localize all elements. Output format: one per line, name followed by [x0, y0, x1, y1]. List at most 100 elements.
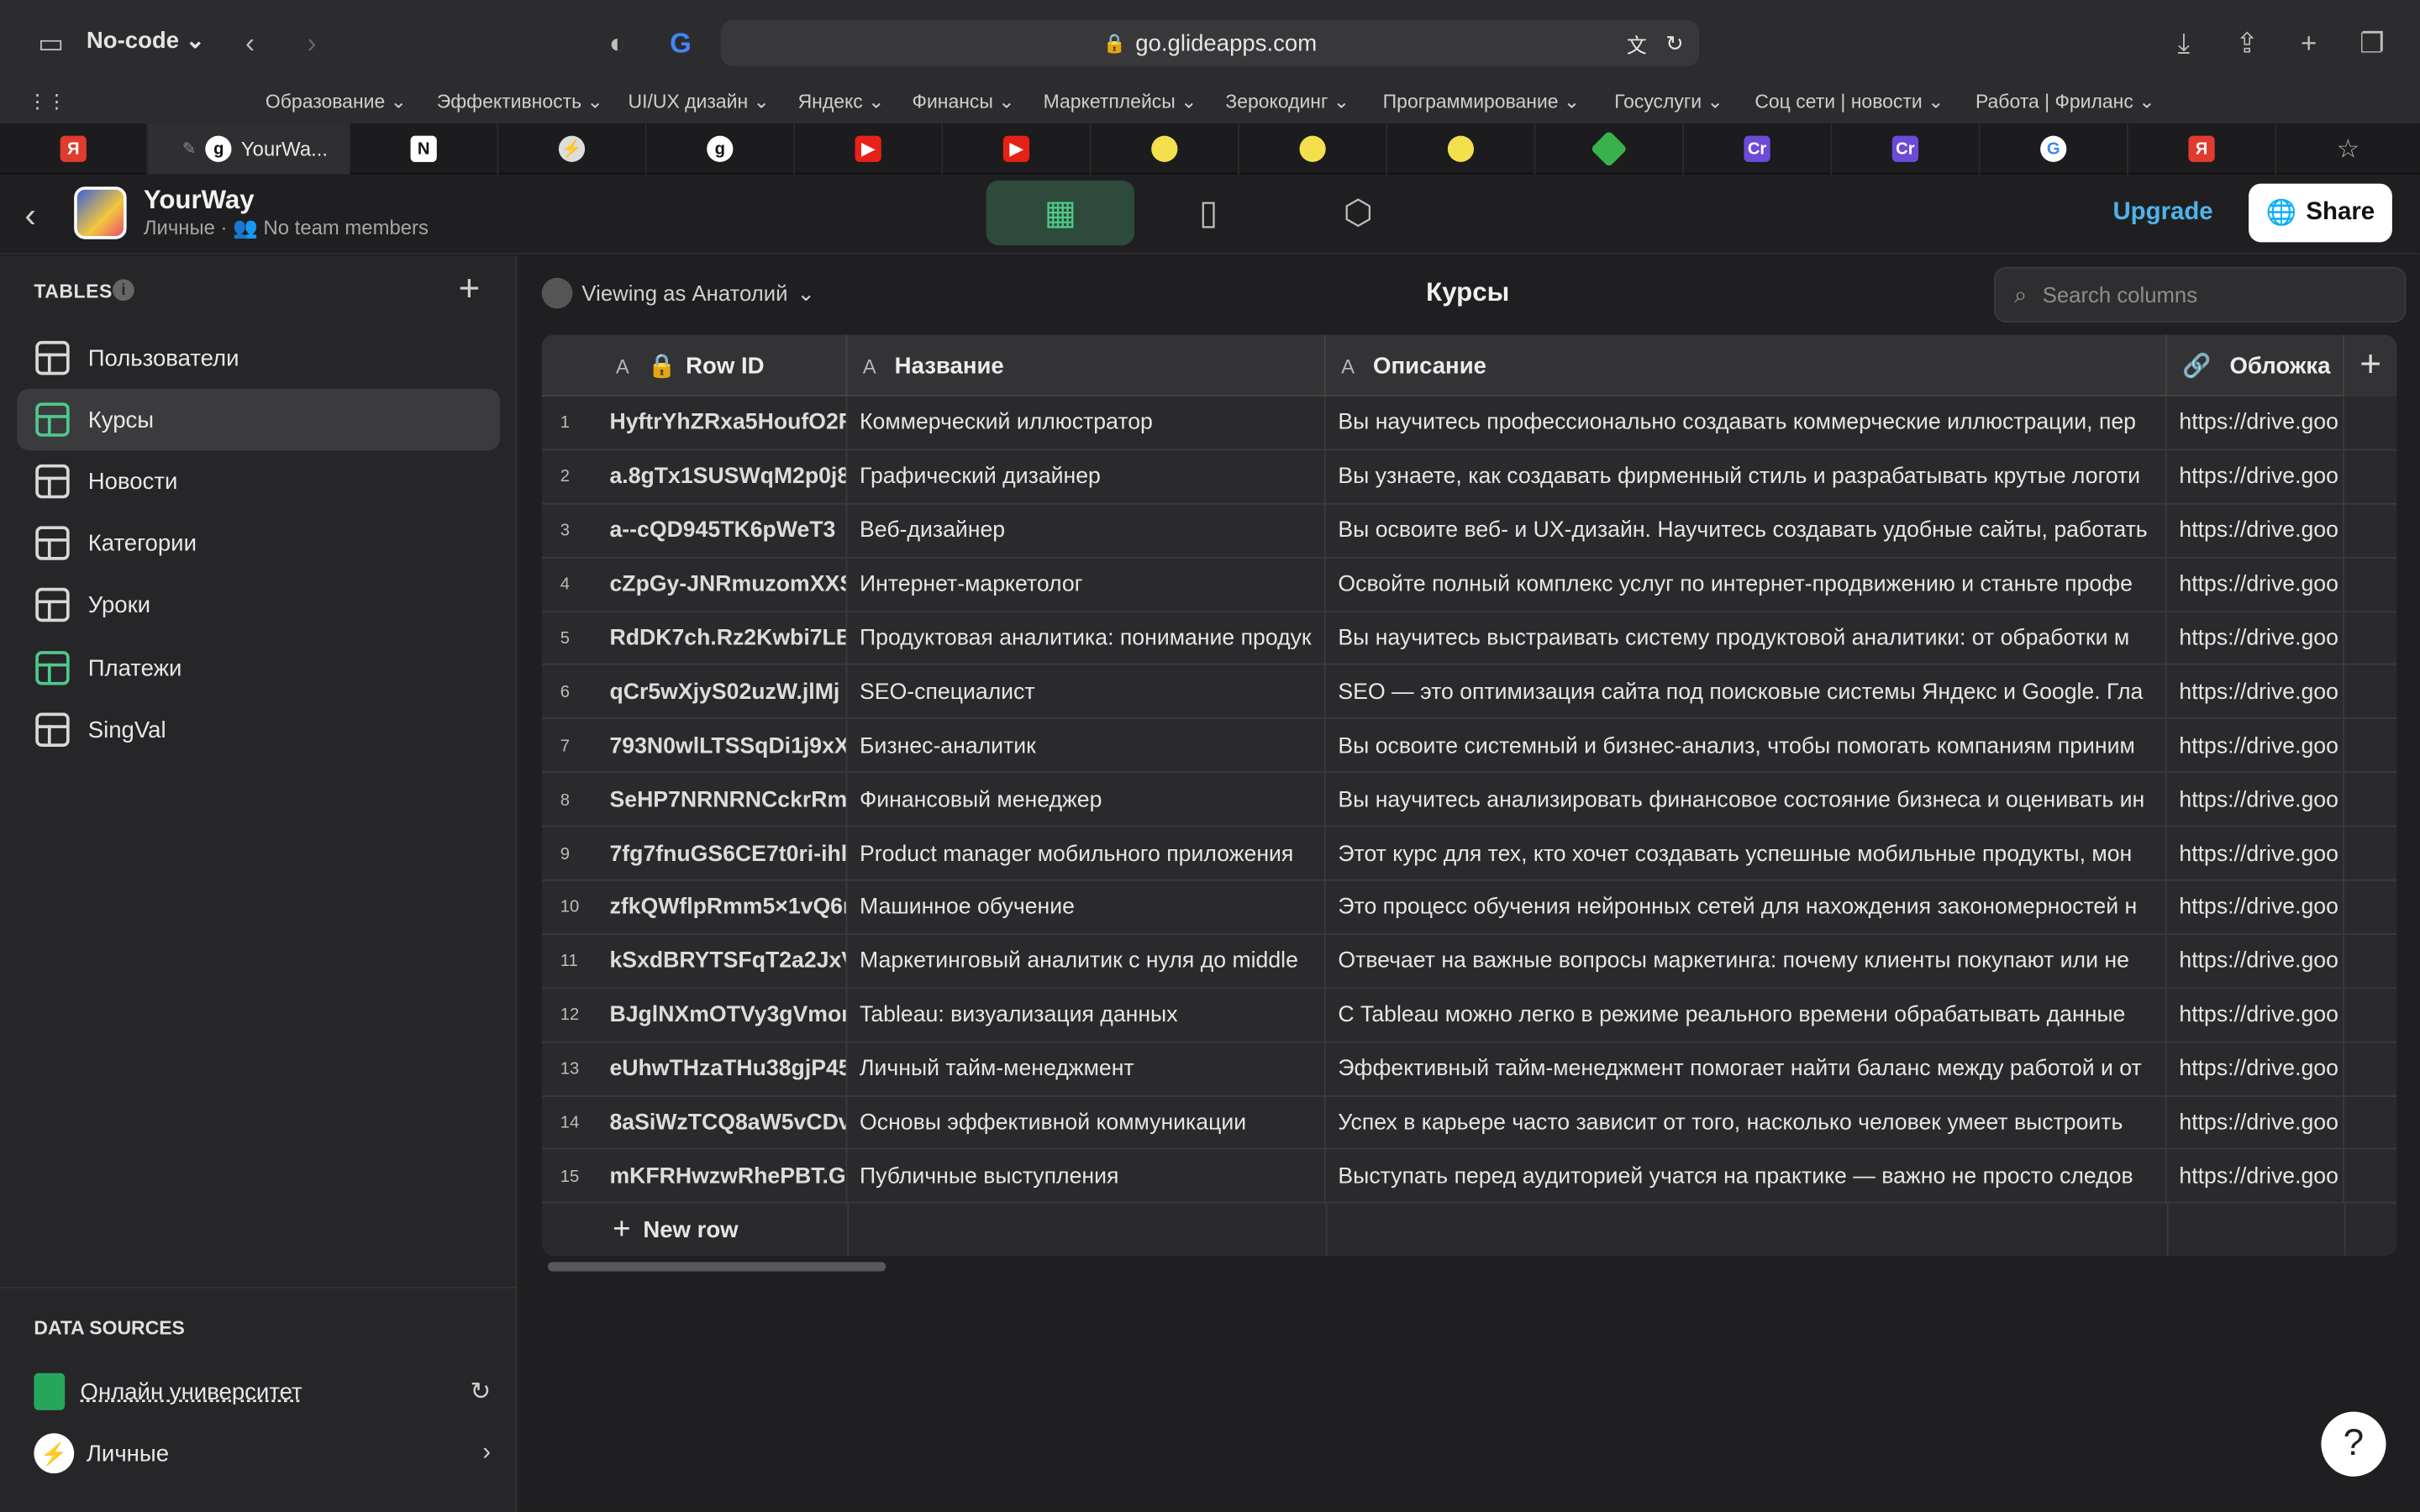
- cell-name[interactable]: Финансовый менеджер: [847, 773, 1326, 827]
- cell-description[interactable]: Успех в карьере часто зависит от того, н…: [1326, 1096, 2167, 1151]
- bookmark-folder[interactable]: Программирование ⌄: [1383, 90, 1580, 113]
- cell-name[interactable]: Публичные выступления: [847, 1150, 1326, 1205]
- cell-description[interactable]: Эффективный тайм-менеджмент помогает най…: [1326, 1042, 2167, 1097]
- cell-name[interactable]: Маркетинговый аналитик с нуля до middle: [847, 934, 1326, 989]
- cell-row-id[interactable]: zfkQWflpRmm5×1vQ6n: [609, 880, 848, 935]
- bookmark-folder[interactable]: Эффективность ⌄: [437, 90, 603, 113]
- bookmark-folder[interactable]: Яндекс ⌄: [798, 90, 885, 113]
- data-editor-button[interactable]: ▦: [986, 180, 1134, 246]
- cell-cover[interactable]: https://drive.goo: [2167, 558, 2344, 612]
- cell-cover[interactable]: https://drive.goo: [2167, 827, 2344, 881]
- cell-row-id[interactable]: SeHP7NRNRNCckrRmo: [609, 773, 848, 827]
- table-row[interactable]: 2 a.8gTx1SUSWqM2p0j8 Графический дизайнер В…: [541, 450, 2397, 505]
- cell-row-id[interactable]: 8aSiWzTCQ8aW5vCDv: [609, 1096, 848, 1151]
- cell-row-id[interactable]: RdDK7ch.Rz2Kwbi7LBI: [609, 612, 848, 666]
- cell-cover[interactable]: https://drive.goo: [2167, 1096, 2344, 1151]
- cell-description[interactable]: SEO — это оптимизация сайта под поисковы…: [1326, 665, 2167, 720]
- tab[interactable]: N: [350, 123, 499, 175]
- cell-cover[interactable]: https://drive.goo: [2167, 665, 2344, 720]
- cell-name[interactable]: Product manager мобильного приложения: [847, 827, 1326, 881]
- tab[interactable]: [1239, 123, 1388, 175]
- column-header-name[interactable]: A Название: [847, 334, 1326, 397]
- cell-name[interactable]: Коммерческий иллюстратор: [847, 396, 1326, 451]
- cell-row-id[interactable]: a--cQD945TK6pWeT3: [609, 504, 848, 559]
- cell-row-id[interactable]: BJglNXmOTVy3gVmor: [609, 988, 848, 1043]
- table-row[interactable]: 15 mKFRHwzwRhePBT.GN Публичные выступления…: [541, 1150, 2397, 1205]
- cell-description[interactable]: Вы научитесь выстраивать систему продукт…: [1326, 612, 2167, 666]
- bookmark-folder[interactable]: UI/UX дизайн ⌄: [629, 90, 770, 113]
- cell-cover[interactable]: https://drive.goo: [2167, 1042, 2344, 1097]
- cell-name[interactable]: Личный тайм-менеджмент: [847, 1042, 1326, 1097]
- sidebar-item-news[interactable]: Новости: [17, 450, 500, 512]
- info-icon[interactable]: i: [113, 279, 134, 302]
- cell-description[interactable]: С Tableau можно легко в режиме реального…: [1326, 988, 2167, 1043]
- bookmark-folder[interactable]: Работа | Фриланс ⌄: [1975, 90, 2154, 113]
- cell-description[interactable]: Вы научитесь анализировать финансовое со…: [1326, 773, 2167, 827]
- cell-cover[interactable]: https://drive.goo: [2167, 504, 2344, 559]
- column-header-cover[interactable]: 🔗 Обложка: [2167, 334, 2344, 397]
- cell-description[interactable]: Вы освоите системный и бизнес-анализ, чт…: [1326, 719, 2167, 774]
- cell-description[interactable]: Освойте полный комплекс услуг по интерне…: [1326, 558, 2167, 612]
- cell-name[interactable]: Продуктовая аналитика: понимание продук: [847, 612, 1326, 666]
- tab[interactable]: Cr: [1832, 123, 1981, 175]
- back-arrow-icon[interactable]: ‹: [24, 196, 35, 236]
- add-table-button[interactable]: +: [458, 269, 480, 312]
- table-row[interactable]: 8 SeHP7NRNRNCckrRmo Финансовый менеджер Вы …: [541, 773, 2397, 827]
- translate-icon[interactable]: 文: [1627, 29, 1647, 58]
- cell-description[interactable]: Вы освоите веб- и UX-дизайн. Научитесь с…: [1326, 504, 2167, 559]
- tab[interactable]: Я: [2128, 123, 2277, 175]
- bookmark-folder[interactable]: Зерокодинг ⌄: [1225, 90, 1349, 113]
- table-row[interactable]: 13 eUhwTHzaTHu38gjP45 Личный тайм-менеджме…: [541, 1042, 2397, 1097]
- table-row[interactable]: 5 RdDK7ch.Rz2Kwbi7LBI Продуктовая аналитик…: [541, 612, 2397, 666]
- cell-description[interactable]: Выступать перед аудиторией учатся на пра…: [1326, 1150, 2167, 1205]
- add-column-button[interactable]: +: [2344, 334, 2397, 397]
- star-icon[interactable]: ☆: [2276, 123, 2420, 175]
- cell-name[interactable]: Бизнес-аналитик: [847, 719, 1326, 774]
- sidebar-toggle-icon[interactable]: ▭: [31, 22, 71, 65]
- refresh-icon[interactable]: ↻: [470, 1376, 491, 1407]
- search-input[interactable]: [2042, 282, 2352, 307]
- download-icon[interactable]: ⤓: [2167, 22, 2201, 65]
- tab-active[interactable]: ✎ g YourWa...: [148, 123, 350, 175]
- horizontal-scrollbar[interactable]: [548, 1262, 886, 1272]
- tab[interactable]: ▶: [795, 123, 944, 175]
- cell-cover[interactable]: https://drive.goo: [2167, 612, 2344, 666]
- reload-icon[interactable]: ↻: [1665, 30, 1684, 56]
- tab[interactable]: ▶: [943, 123, 1092, 175]
- cell-cover[interactable]: https://drive.goo: [2167, 773, 2344, 827]
- layout-editor-button[interactable]: ▯: [1134, 181, 1282, 245]
- bookmark-folder[interactable]: Соц сети | новости ⌄: [1754, 90, 1944, 113]
- share-page-icon[interactable]: ⇪: [2230, 22, 2264, 65]
- sidebar-item-payments[interactable]: Платежи: [17, 638, 500, 699]
- cell-cover[interactable]: https://drive.goo: [2167, 988, 2344, 1043]
- sidebar-item-lessons[interactable]: Уроки: [17, 574, 500, 635]
- table-row[interactable]: 7 793N0wlLTSSqDi1j9xX Бизнес-аналитик Вы ос…: [541, 719, 2397, 774]
- tab[interactable]: [1536, 123, 1684, 175]
- data-source-glide[interactable]: ⚡ Личные ›: [34, 1431, 491, 1474]
- tab[interactable]: g: [647, 123, 795, 175]
- table-row[interactable]: 12 BJglNXmOTVy3gVmor Tableau: визуализация…: [541, 988, 2397, 1043]
- cell-name[interactable]: Интернет-маркетолог: [847, 558, 1326, 612]
- table-row[interactable]: 1 HyftrYhZRxa5HoufO2F Коммерческий иллюстр…: [541, 396, 2397, 451]
- data-source-sheet[interactable]: Онлайн университет ↻: [34, 1370, 491, 1413]
- table-row[interactable]: 11 kSxdBRYTSFqT2a2JxV Маркетинговый аналит…: [541, 934, 2397, 989]
- new-tab-icon[interactable]: +: [2291, 22, 2325, 65]
- cell-row-id[interactable]: HyftrYhZRxa5HoufO2F: [609, 396, 848, 451]
- profile-menu[interactable]: No-code ⌄: [87, 26, 205, 54]
- cell-row-id[interactable]: 7fg7fnuGS6CE7t0ri-ihl: [609, 827, 848, 881]
- cell-name[interactable]: Tableau: визуализация данных: [847, 988, 1326, 1043]
- cell-name[interactable]: Веб-дизайнер: [847, 504, 1326, 559]
- cell-description[interactable]: Отвечает на важные вопросы маркетинга: п…: [1326, 934, 2167, 989]
- cell-name[interactable]: Графический дизайнер: [847, 450, 1326, 505]
- bookmark-folder[interactable]: Госуслуги ⌄: [1614, 90, 1723, 113]
- sidebar-item-categories[interactable]: Категории: [17, 512, 500, 574]
- table-row[interactable]: 9 7fg7fnuGS6CE7t0ri-ihl Product manager мо…: [541, 827, 2397, 881]
- table-row[interactable]: 6 qCr5wXjyS02uzW.jlMj SEO-специалист SEO — …: [541, 665, 2397, 720]
- bookmark-folder[interactable]: Образование ⌄: [266, 90, 407, 113]
- google-icon[interactable]: G: [664, 22, 697, 65]
- cell-cover[interactable]: https://drive.goo: [2167, 396, 2344, 451]
- cell-description[interactable]: Это процесс обучения нейронных сетей для…: [1326, 880, 2167, 935]
- cell-name[interactable]: SEO-специалист: [847, 665, 1326, 720]
- tab[interactable]: Я: [0, 123, 149, 175]
- cell-name[interactable]: Основы эффективной коммуникации: [847, 1096, 1326, 1151]
